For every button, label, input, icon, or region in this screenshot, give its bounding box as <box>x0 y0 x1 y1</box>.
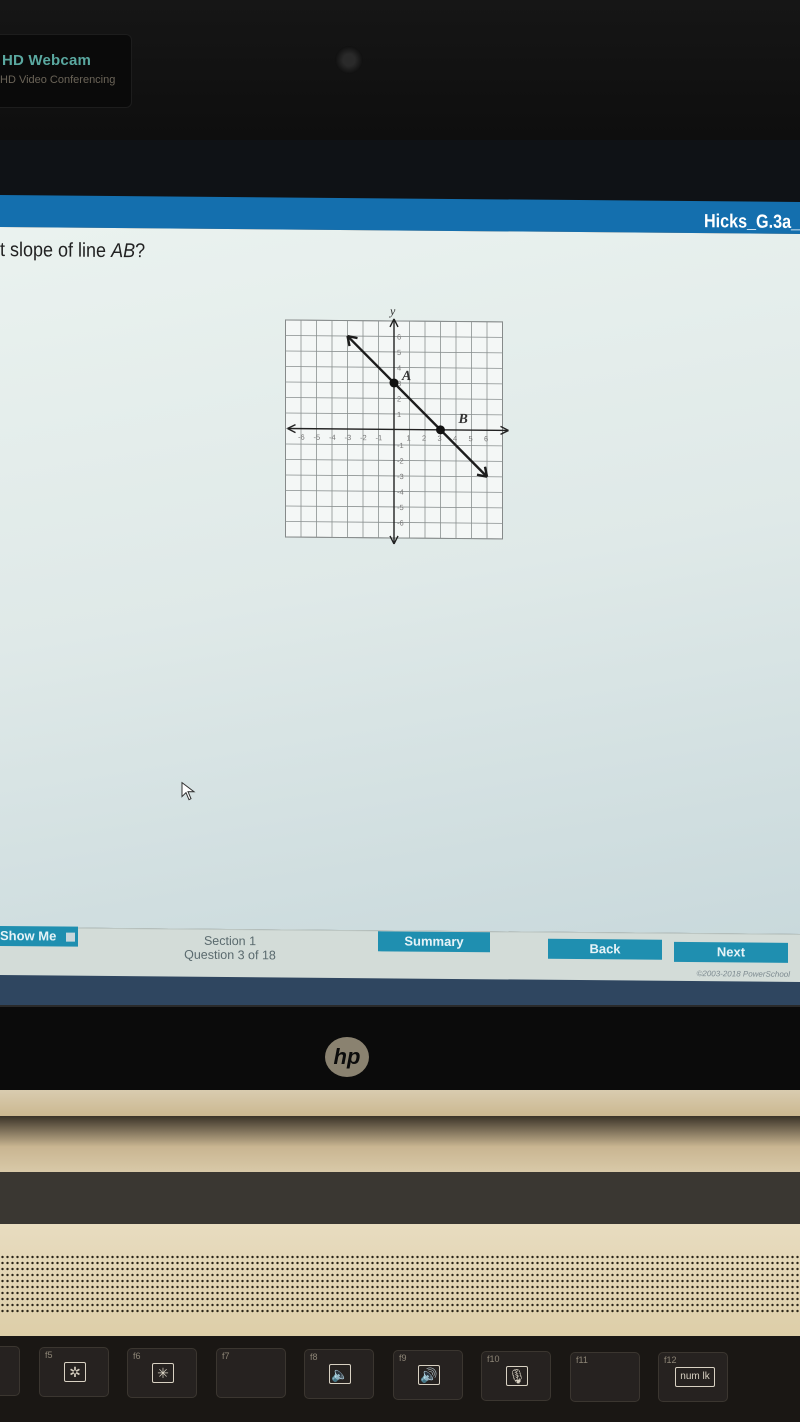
point-label-b: B <box>458 412 468 427</box>
y-tick-label: -2 <box>397 456 404 465</box>
key-f9[interactable]: f9 🔊 <box>393 1350 463 1400</box>
x-tick-label: -1 <box>376 433 383 442</box>
laptop-top-bezel: HD Webcam HD Video Conferencing <box>0 0 800 140</box>
summary-button[interactable]: Summary <box>378 931 490 953</box>
key-f6[interactable]: f6 ✳ <box>127 1347 197 1398</box>
x-tick-label: 6 <box>484 434 488 443</box>
key-f11[interactable]: f11 <box>570 1351 640 1402</box>
hinge-dark <box>0 1172 800 1224</box>
back-button[interactable]: Back <box>548 938 662 960</box>
x-tick-label: -3 <box>345 433 352 442</box>
y-tick-label: 4 <box>397 363 401 372</box>
webcam-sticker <box>0 34 132 108</box>
show-me-checkbox-icon <box>66 932 76 942</box>
question-prefix: t slope of line <box>0 239 112 262</box>
x-tick-label: -5 <box>314 433 321 442</box>
brightness-up-icon: ✳ <box>152 1362 174 1383</box>
key-fn-label: f7 <box>222 1351 230 1362</box>
key-f12[interactable]: f12 num lk <box>658 1352 728 1403</box>
y-tick-label: 1 <box>397 410 401 419</box>
num-lock-icon: num lk <box>675 1367 715 1388</box>
y-tick-label: -1 <box>397 441 404 450</box>
section-label: Section 1 <box>203 933 257 949</box>
y-tick-label: -6 <box>397 518 404 527</box>
x-tick-label: 3 <box>438 434 442 443</box>
y-axis-label: y <box>389 304 396 318</box>
y-tick-label: -3 <box>397 472 404 481</box>
y-tick-label: 2 <box>397 394 401 403</box>
keyboard-function-row: f4⧈ f5 ✲ f6 ✳ f7 f8 🔈 f9 🔊 f10 🎙 f11 f12num lk <box>0 1336 800 1422</box>
coordinate-graph: xy-6-5-4-3-2-1123456654321-1-2-3-4-5-6AB <box>285 304 512 545</box>
laptop-bottom-bezel: hp <box>0 1005 800 1092</box>
key-fn-label: f8 <box>310 1352 318 1363</box>
section-info: Section 1 Question 3 of 18 <box>150 933 310 963</box>
laptop-screen: Hicks_G.3a_ t slope of line AB? xy-6-5-4… <box>0 140 800 1020</box>
y-tick-label: 6 <box>397 332 401 341</box>
navigation-footer: Show Me Section 1 Question 3 of 18 Summa… <box>0 925 800 983</box>
x-tick-label: -4 <box>329 433 336 442</box>
volume-down-icon: 🔈 <box>329 1364 351 1385</box>
key-fn-label: f11 <box>576 1354 588 1365</box>
key-fn-label: f5 <box>45 1349 53 1360</box>
hp-logo: hp <box>325 1037 369 1077</box>
webcam-subtitle: HD Video Conferencing <box>0 74 116 86</box>
x-tick-label: 1 <box>407 434 411 443</box>
key-fn-label: f6 <box>133 1350 141 1361</box>
key-f10[interactable]: f10 🎙 <box>481 1350 551 1401</box>
mic-mute-icon: 🎙 <box>506 1365 528 1386</box>
question-suffix: ? <box>135 240 146 263</box>
x-tick-label: 5 <box>469 434 473 443</box>
question-text: t slope of line AB? <box>0 239 145 263</box>
point-b <box>436 425 445 435</box>
y-tick-label: 5 <box>397 348 401 357</box>
camera-lens-icon <box>335 46 363 74</box>
key-fn-label: f12 <box>664 1355 677 1366</box>
show-me-label: Show Me <box>0 928 57 944</box>
key-fn-label: f10 <box>487 1353 500 1364</box>
hinge-shadow <box>0 1116 800 1172</box>
hinge-strip <box>0 1090 800 1116</box>
question-progress: Question 3 of 18 <box>184 947 276 963</box>
next-button[interactable]: Next <box>674 941 788 963</box>
y-tick-label: -5 <box>397 503 404 512</box>
key-f7[interactable]: f7 <box>216 1348 286 1399</box>
y-tick-label: -4 <box>397 487 404 496</box>
x-tick-label: -6 <box>298 433 305 442</box>
test-title: Hicks_G.3a_ <box>703 211 800 233</box>
key-fn-label: f9 <box>399 1353 407 1363</box>
show-me-button[interactable]: Show Me <box>0 925 78 947</box>
x-tick-label: -2 <box>360 433 367 442</box>
copyright: ©2003-2018 PowerSchool <box>696 969 790 979</box>
speaker-grille <box>0 1254 800 1314</box>
test-app: Hicks_G.3a_ t slope of line AB? xy-6-5-4… <box>0 195 800 1020</box>
key-f8[interactable]: f8 🔈 <box>304 1349 374 1400</box>
question-line-name: AB <box>111 239 136 263</box>
key-f5[interactable]: f5 ✲ <box>39 1346 109 1397</box>
webcam-title: HD Webcam <box>2 52 92 69</box>
point-label-a: A <box>401 369 411 384</box>
speaker-panel <box>0 1224 800 1336</box>
key-f4[interactable]: f4⧈ <box>0 1346 20 1396</box>
brightness-down-icon: ✲ <box>64 1361 86 1382</box>
question-content: t slope of line AB? xy-6-5-4-3-2-1123456… <box>0 227 800 934</box>
x-tick-label: 2 <box>422 434 426 443</box>
point-a <box>389 378 399 388</box>
volume-up-icon: 🔊 <box>418 1365 440 1385</box>
mouse-cursor-icon <box>181 781 196 801</box>
